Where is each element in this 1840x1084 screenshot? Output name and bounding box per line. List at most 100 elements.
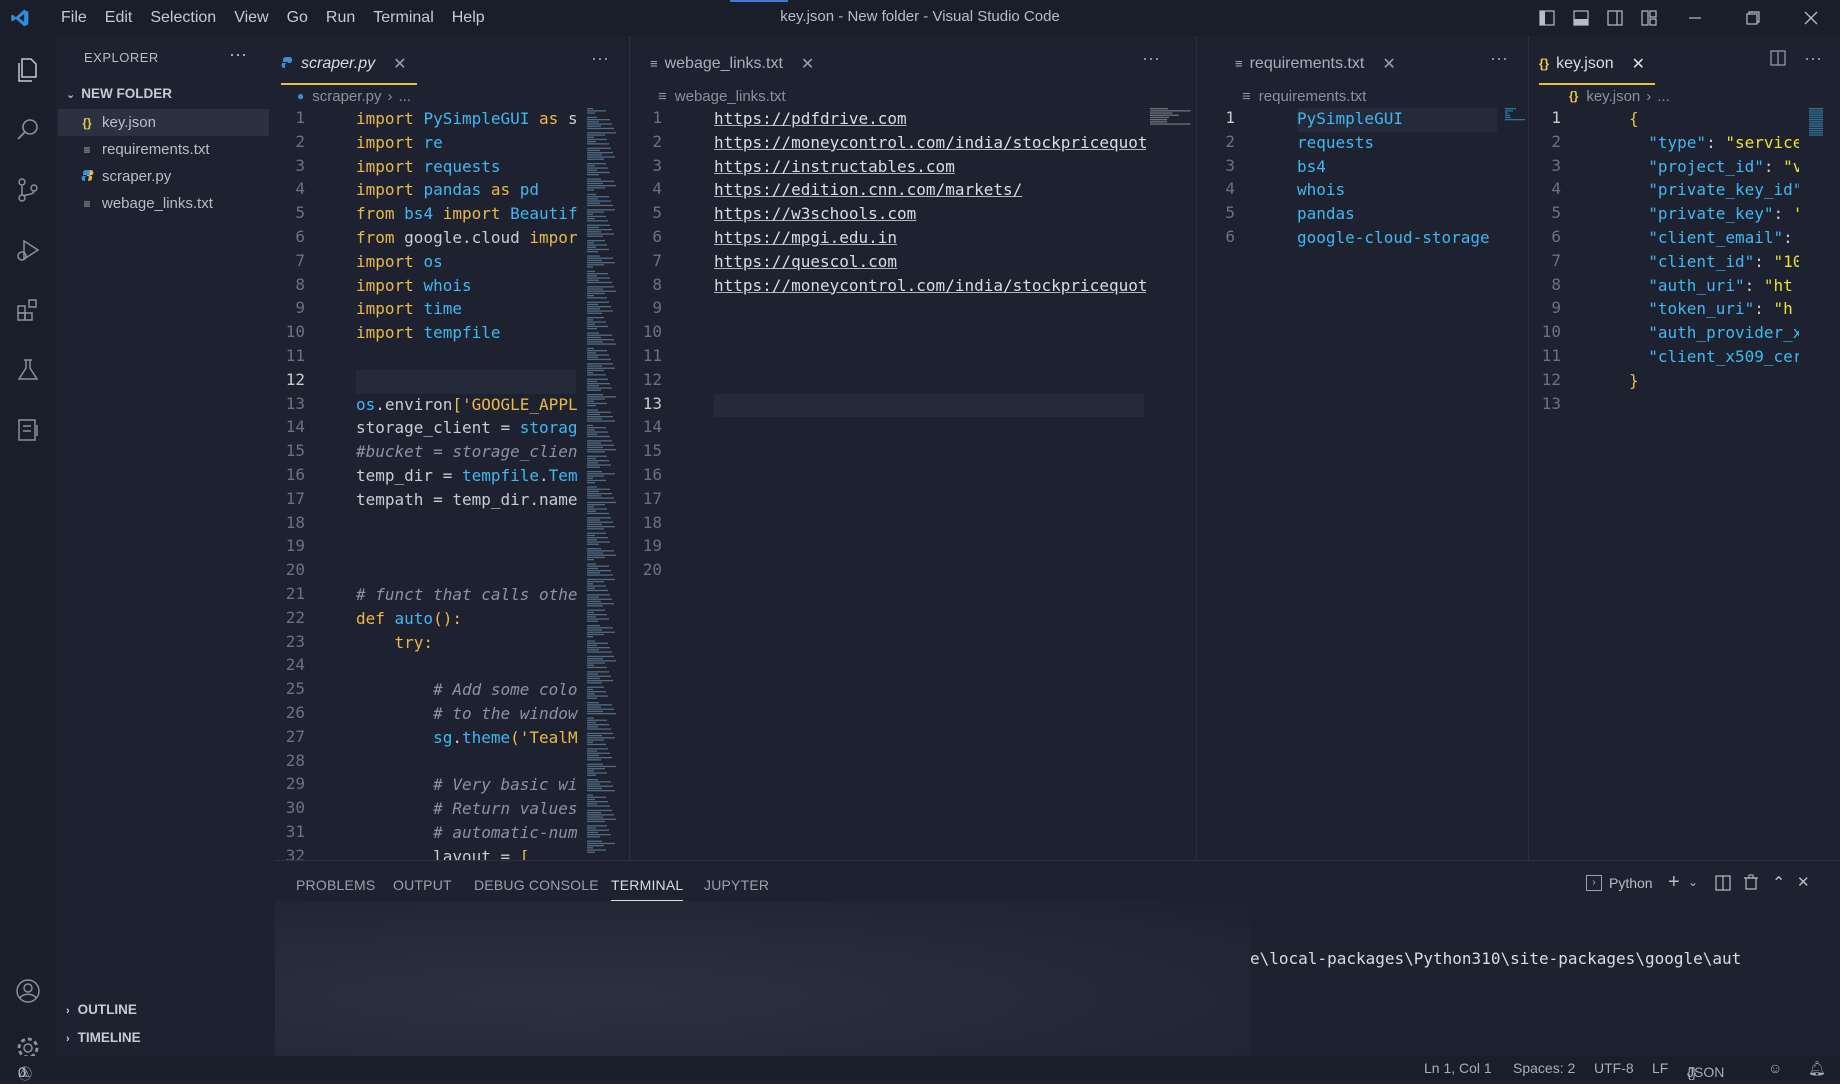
tab-label: scraper.py bbox=[301, 54, 376, 72]
file-label: key.json bbox=[102, 114, 156, 131]
minimap[interactable] bbox=[1148, 108, 1196, 248]
file-scraper-py[interactable]: scraper.py bbox=[58, 163, 269, 190]
explorer-sidebar: EXPLORER ··· ⌄ NEW FOLDER {} key.json ≡ req… bbox=[56, 36, 271, 1056]
tab-scraper-py[interactable]: scraper.py ✕ bbox=[281, 44, 417, 85]
breadcrumb-more[interactable]: ... bbox=[398, 88, 411, 105]
encoding[interactable]: UTF-8 bbox=[1594, 1060, 1634, 1076]
panel-tab-terminal[interactable]: TERMINAL bbox=[611, 877, 684, 901]
close-tab-icon[interactable]: ✕ bbox=[393, 54, 406, 74]
split-terminal-icon[interactable] bbox=[1715, 875, 1731, 895]
code-line: tempath = temp_dir.name bbox=[356, 489, 578, 509]
line-number: 4 bbox=[652, 179, 662, 199]
terminal-output[interactable]: e\local-packages\Python310\site-packages… bbox=[1250, 949, 1741, 968]
line-number: 1 bbox=[1225, 108, 1235, 127]
line-number: 11 bbox=[285, 346, 305, 365]
close-window-icon[interactable] bbox=[1782, 0, 1840, 36]
breadcrumb: {} key.json › ... bbox=[1569, 84, 1670, 108]
end-of-line[interactable]: LF bbox=[1652, 1060, 1668, 1076]
explorer-icon[interactable] bbox=[0, 42, 56, 98]
link-line[interactable]: https://moneycontrol.com/india/stockpric… bbox=[714, 274, 1146, 298]
close-panel-icon[interactable]: ✕ bbox=[1797, 873, 1810, 891]
toggle-secondary-sidebar-icon[interactable] bbox=[1598, 0, 1632, 36]
panel-tab-jupyter[interactable]: JUPYTER bbox=[704, 877, 769, 893]
code-line: temp_dir = tempfile.Tem bbox=[356, 466, 578, 485]
breadcrumb-file[interactable]: key.json bbox=[1586, 88, 1640, 105]
line-number: 10 bbox=[285, 322, 305, 342]
code-line: "token_uri": "h bbox=[1629, 299, 1793, 319]
breadcrumb-file[interactable]: scraper.py bbox=[312, 88, 381, 105]
line-number: 24 bbox=[285, 655, 305, 675]
tab-key-json[interactable]: {} key.json ✕ bbox=[1539, 44, 1656, 85]
line-number: 2 bbox=[1551, 131, 1561, 151]
editor-more-actions-icon[interactable]: ··· bbox=[1490, 48, 1508, 69]
breadcrumb: ≡ webage_links.txt bbox=[658, 84, 786, 108]
new-terminal-icon[interactable]: + bbox=[1668, 871, 1680, 894]
customize-layout-icon[interactable] bbox=[1632, 0, 1666, 36]
minimap[interactable] bbox=[585, 108, 623, 860]
minimap[interactable] bbox=[1503, 108, 1525, 168]
outline-section[interactable]: › OUTLINE bbox=[66, 1002, 137, 1017]
panel-tab-debug-console[interactable]: DEBUG CONSOLE bbox=[474, 877, 599, 893]
trash-icon[interactable] bbox=[1743, 874, 1759, 894]
toggle-primary-sidebar-icon[interactable] bbox=[1530, 0, 1564, 36]
source-control-icon[interactable] bbox=[0, 162, 56, 218]
feedback-icon[interactable]: ☺ bbox=[1768, 1060, 1782, 1076]
line-number: 13 bbox=[642, 393, 662, 413]
text-file-icon: ≡ bbox=[650, 56, 658, 71]
chevron-down-icon[interactable]: ⌄ bbox=[1688, 875, 1698, 889]
tab-bar: {} key.json ✕ ··· bbox=[1529, 36, 1840, 85]
cursor-position[interactable]: Ln 1, Col 1 bbox=[1424, 1060, 1492, 1076]
close-tab-icon[interactable]: ✕ bbox=[1632, 54, 1645, 74]
code-line: storage_client = storag bbox=[356, 418, 578, 438]
requirement-line: whois bbox=[1297, 180, 1346, 200]
testing-icon[interactable] bbox=[0, 342, 56, 398]
breadcrumb-file[interactable]: requirements.txt bbox=[1259, 88, 1367, 105]
panel-tab-output[interactable]: OUTPUT bbox=[393, 877, 452, 893]
breadcrumb-more[interactable]: ... bbox=[1657, 88, 1670, 105]
folder-new-folder[interactable]: ⌄ NEW FOLDER bbox=[66, 86, 172, 101]
panel-tab-problems[interactable]: PROBLEMS bbox=[296, 877, 375, 893]
link-line[interactable]: https://edition.cnn.com/markets/ bbox=[714, 178, 1146, 202]
tab-webage-links-txt[interactable]: ≡ webage_links.txt ✕ bbox=[650, 44, 824, 85]
editor-more-actions-icon[interactable]: ··· bbox=[1804, 48, 1822, 69]
link-line[interactable]: https://quescol.com bbox=[714, 250, 1146, 274]
notifications-bell-icon[interactable]: 🔔︎ bbox=[1808, 1060, 1826, 1077]
line-number: 1 bbox=[652, 108, 662, 127]
extensions-icon[interactable] bbox=[0, 282, 56, 338]
link-line[interactable]: https://pdfdrive.com bbox=[714, 107, 1146, 131]
close-tab-icon[interactable]: ✕ bbox=[1382, 54, 1395, 74]
search-icon[interactable] bbox=[0, 102, 56, 158]
file-webage-links-txt[interactable]: ≡ webage_links.txt bbox=[58, 190, 269, 217]
explorer-more-actions[interactable]: ··· bbox=[229, 44, 247, 65]
close-tab-icon[interactable]: ✕ bbox=[801, 54, 814, 74]
minimize-icon[interactable] bbox=[1666, 0, 1724, 36]
timeline-section[interactable]: › TIMELINE bbox=[66, 1030, 141, 1045]
maximize-panel-icon[interactable]: ⌃ bbox=[1772, 873, 1785, 893]
tab-bar: ≡ requirements.txt ✕ ··· bbox=[1197, 36, 1528, 83]
code-line: "private_key_id" bbox=[1629, 180, 1799, 200]
minimap[interactable] bbox=[1807, 108, 1825, 148]
restore-icon[interactable] bbox=[1724, 0, 1782, 36]
tab-requirements-txt[interactable]: ≡ requirements.txt ✕ bbox=[1235, 44, 1406, 83]
editor-more-actions-icon[interactable]: ··· bbox=[1142, 48, 1160, 69]
split-editor-icon[interactable] bbox=[1770, 50, 1786, 70]
indentation[interactable]: Spaces: 2 bbox=[1513, 1060, 1575, 1076]
remote-explorer-icon[interactable] bbox=[0, 402, 56, 458]
breadcrumb-file[interactable]: webage_links.txt bbox=[675, 88, 786, 105]
run-debug-icon[interactable] bbox=[0, 222, 56, 278]
link-line[interactable]: https://moneycontrol.com/india/stockpric… bbox=[714, 131, 1146, 155]
link-line[interactable]: https://mpgi.edu.in bbox=[714, 226, 1146, 250]
text-file-icon: ≡ bbox=[83, 142, 91, 157]
line-number: 12 bbox=[642, 369, 662, 389]
file-key-json[interactable]: {} key.json bbox=[58, 109, 269, 136]
toggle-panel-icon[interactable] bbox=[1564, 0, 1598, 36]
tab-bar: ≡ webage_links.txt ✕ ··· bbox=[630, 36, 1196, 83]
accounts-icon[interactable] bbox=[0, 963, 56, 1019]
editor-more-actions-icon[interactable]: ··· bbox=[591, 48, 609, 69]
link-line[interactable]: https://w3schools.com bbox=[714, 202, 1146, 226]
activity-bar bbox=[0, 36, 56, 1059]
link-line[interactable]: https://instructables.com bbox=[714, 155, 1146, 179]
file-requirements-txt[interactable]: ≡ requirements.txt bbox=[58, 136, 269, 163]
terminal-selector[interactable]: › Python bbox=[1586, 875, 1653, 891]
line-number: 3 bbox=[295, 155, 305, 175]
